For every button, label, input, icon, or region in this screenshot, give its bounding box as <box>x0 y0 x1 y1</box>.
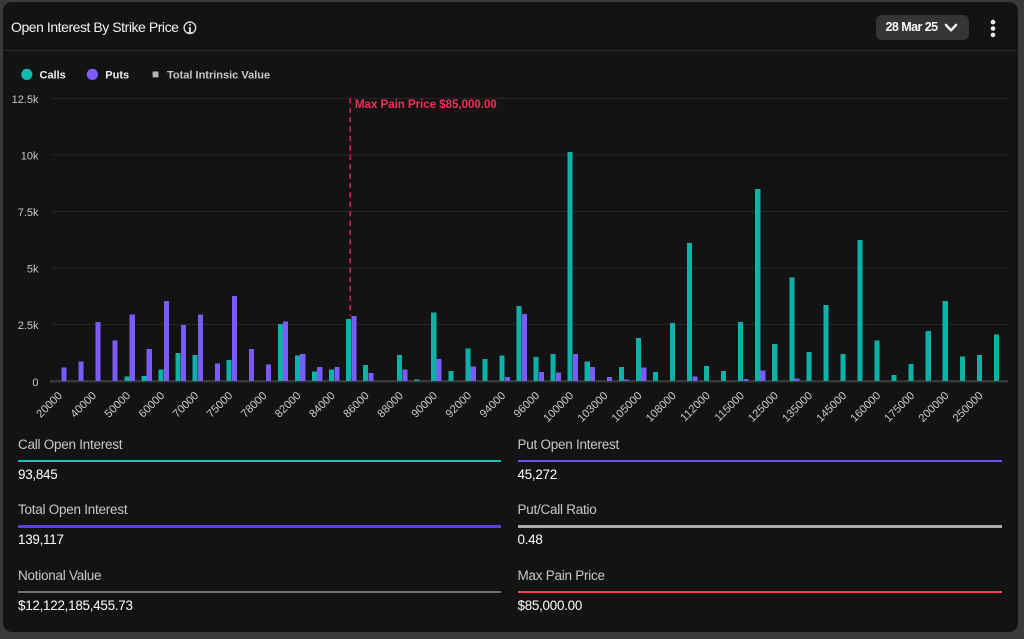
svg-text:2.5k: 2.5k <box>18 320 39 332</box>
svg-text:112000: 112000 <box>678 390 712 424</box>
svg-text:5k: 5k <box>27 264 39 276</box>
svg-text:84000: 84000 <box>307 390 337 420</box>
svg-text:82000: 82000 <box>273 390 303 420</box>
svg-text:250000: 250000 <box>951 390 986 425</box>
svg-text:20000: 20000 <box>34 390 64 420</box>
svg-text:7.5k: 7.5k <box>18 207 39 219</box>
svg-text:96000: 96000 <box>512 390 542 420</box>
svg-text:92000: 92000 <box>444 390 474 420</box>
svg-text:75000: 75000 <box>205 390 235 420</box>
svg-text:88000: 88000 <box>375 390 405 420</box>
svg-text:103000: 103000 <box>576 390 611 425</box>
svg-text:12.5k: 12.5k <box>12 94 39 106</box>
svg-text:86000: 86000 <box>341 390 371 420</box>
svg-text:90000: 90000 <box>410 390 440 420</box>
svg-text:125000: 125000 <box>746 390 781 425</box>
svg-text:50000: 50000 <box>103 390 133 420</box>
svg-text:0: 0 <box>32 377 38 389</box>
svg-text:94000: 94000 <box>478 390 508 420</box>
svg-text:160000: 160000 <box>848 390 883 425</box>
svg-text:145000: 145000 <box>814 390 849 425</box>
svg-text:105000: 105000 <box>610 390 645 425</box>
svg-text:100000: 100000 <box>541 390 576 425</box>
svg-text:135000: 135000 <box>780 390 815 425</box>
svg-text:60000: 60000 <box>137 390 167 420</box>
svg-text:40000: 40000 <box>69 390 99 420</box>
svg-text:70000: 70000 <box>171 390 201 420</box>
svg-text:175000: 175000 <box>882 390 917 425</box>
svg-text:108000: 108000 <box>644 390 679 425</box>
svg-text:200000: 200000 <box>917 390 952 425</box>
svg-text:10k: 10k <box>21 151 39 163</box>
svg-text:78000: 78000 <box>239 390 269 420</box>
svg-text:Max Pain Price $85,000.00: Max Pain Price $85,000.00 <box>355 98 497 111</box>
svg-text:115000: 115000 <box>713 390 747 424</box>
